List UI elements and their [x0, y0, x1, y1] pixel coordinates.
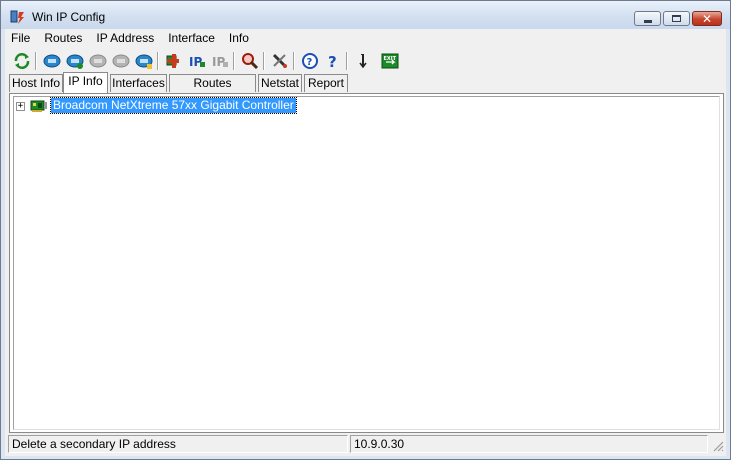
toolbar-separator — [293, 52, 295, 70]
tree-node-adapter[interactable]: Broadcom NetXtreme 57xx Gigabit Controll… — [50, 97, 297, 114]
app-icon — [10, 10, 24, 24]
info-icon[interactable] — [353, 51, 373, 71]
adapter-gray-2-icon[interactable] — [111, 51, 131, 71]
tab-routes-filtered[interactable]: Routes (filtered) — [169, 74, 256, 106]
status-ip: 10.9.0.30 — [350, 435, 708, 453]
adapter-blue-2-icon[interactable] — [65, 51, 85, 71]
tab-netstat[interactable]: Netstat — [258, 74, 302, 92]
adapter-blue-icon[interactable] — [42, 51, 62, 71]
minimize-button[interactable] — [634, 11, 661, 26]
tab-host-info[interactable]: Host Info — [9, 74, 63, 92]
tab-report[interactable]: Report — [304, 74, 348, 92]
adapter-blue-3-icon[interactable] — [134, 51, 154, 71]
network-card-icon — [30, 100, 47, 112]
exit-icon[interactable]: EXIT — [380, 51, 400, 71]
network-add-icon[interactable] — [164, 51, 184, 71]
ip-add-icon[interactable]: IP — [187, 51, 207, 71]
menu-info[interactable]: Info — [223, 29, 254, 47]
ip-remove-icon[interactable]: IP — [210, 51, 230, 71]
adapter-tree[interactable]: + Broadcom NetXtreme 57xx Gigabit Contro… — [13, 96, 720, 430]
toolbar-separator — [233, 52, 235, 70]
tools-icon[interactable] — [270, 51, 290, 71]
expand-icon[interactable]: + — [16, 102, 25, 111]
search-icon[interactable] — [240, 51, 260, 71]
adapter-gray-icon[interactable] — [88, 51, 108, 71]
close-button[interactable]: ✕ — [692, 11, 722, 26]
whats-this-icon[interactable]: ? — [323, 51, 343, 71]
close-icon: ✕ — [701, 11, 713, 26]
menu-file[interactable]: File — [5, 29, 35, 47]
status-bar: Delete a secondary IP address 10.9.0.30 — [5, 435, 726, 454]
window-title: Win IP Config — [32, 10, 106, 24]
refresh-icon[interactable] — [12, 51, 32, 71]
tab-ip-info[interactable]: IP Info — [63, 72, 108, 93]
toolbar-separator — [263, 52, 265, 70]
menu-interface[interactable]: Interface — [162, 29, 220, 47]
menu-bar: File Routes IP Address Interface Info — [5, 29, 726, 47]
tab-interfaces[interactable]: Interfaces — [110, 74, 167, 92]
app-window: Win IP Config ✕ File Routes IP Address I… — [0, 0, 731, 460]
svg-text:?: ? — [328, 53, 337, 71]
menu-routes[interactable]: Routes — [38, 29, 87, 47]
resize-grip-icon[interactable] — [712, 440, 724, 452]
maximize-icon — [672, 15, 681, 22]
toolbar-separator — [157, 52, 159, 70]
title-bar[interactable]: Win IP Config ✕ — [1, 1, 730, 29]
svg-text:?: ? — [307, 57, 313, 68]
toolbar-separator — [35, 52, 37, 70]
toolbar: IP IP ? ? EXIT — [9, 49, 721, 73]
toolbar-separator — [346, 52, 348, 70]
status-message: Delete a secondary IP address — [8, 435, 348, 453]
help-icon[interactable]: ? — [300, 51, 320, 71]
minimize-icon — [643, 19, 652, 23]
client-area: File Routes IP Address Interface Info IP… — [5, 29, 726, 456]
maximize-button[interactable] — [663, 11, 690, 26]
exit-label: EXIT — [384, 56, 397, 62]
menu-ip-address[interactable]: IP Address — [90, 29, 159, 47]
tab-panel: + Broadcom NetXtreme 57xx Gigabit Contro… — [9, 93, 724, 433]
